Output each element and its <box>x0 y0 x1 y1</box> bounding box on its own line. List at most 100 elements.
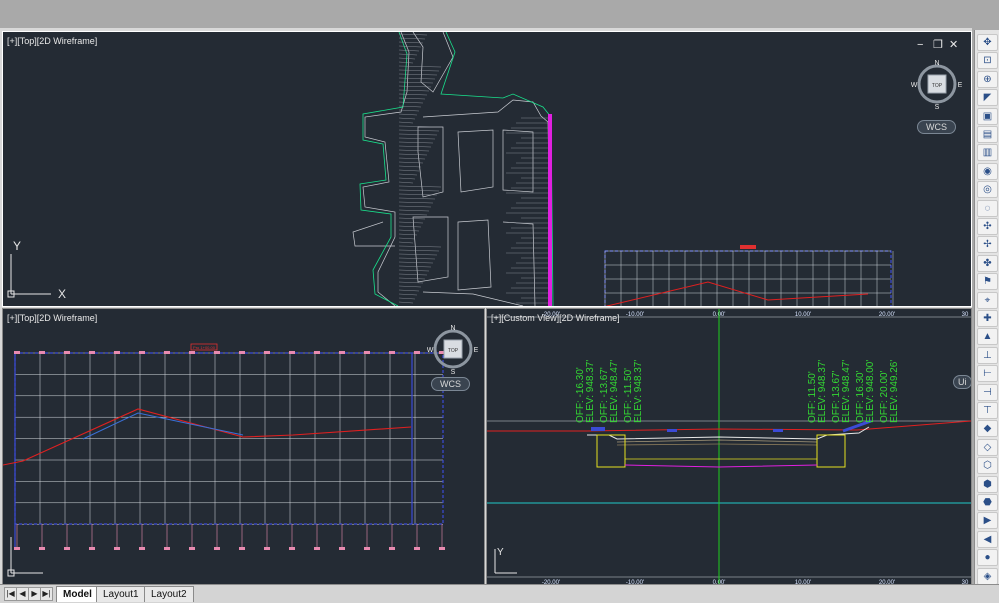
viewport-bottom-right[interactable]: -20.00'-10.00'0.00'10.00'20.00'-20.00'-1… <box>486 308 972 585</box>
view-manager-icon[interactable]: ▥ <box>977 144 998 162</box>
layout-tabs-bar: |◀ ◀ ▶ ▶| Model Layout1 Layout2 <box>0 584 999 603</box>
corridor-boundary <box>359 32 554 306</box>
pan-icon[interactable]: ✥ <box>977 34 998 51</box>
station-tick-top <box>289 351 295 354</box>
minimize-icon[interactable]: − <box>917 40 923 51</box>
hatch-line <box>398 293 418 296</box>
station-tick-top <box>189 351 195 354</box>
restore-icon[interactable]: ❐ <box>933 40 943 51</box>
profile-view-drawing: Pro 1+00.00 <box>3 343 445 577</box>
zoom-in-icon[interactable]: ✚ <box>977 310 998 327</box>
hatch-line <box>398 265 432 268</box>
viewport-bottom-left[interactable]: Pro 1+00.00 [+][Top][2D Wireframe] TOP N… <box>2 308 485 585</box>
hatch-line <box>398 97 426 100</box>
viewcube[interactable]: TOP N S E W <box>427 323 479 375</box>
ucs-3point-icon[interactable]: ⬢ <box>977 475 998 493</box>
offset-tick-top: -10.00' <box>626 312 644 318</box>
offset-elevation-labels: OFF: -16.30' ELEV: 948.37' OFF: -13.67' ELE… <box>575 360 900 423</box>
ucs-z-icon[interactable]: ◀ <box>977 530 998 548</box>
tab-model[interactable]: Model <box>56 586 99 602</box>
ucs-y-icon[interactable]: ▶ <box>977 512 998 530</box>
wcs-menu-button[interactable]: WCS <box>431 377 470 391</box>
plan-view-drawing: Y X <box>7 32 894 306</box>
ucs-world-icon[interactable]: ⊢ <box>977 365 998 383</box>
offset-elevation-label: ELEV: 948.37' <box>585 360 596 423</box>
offset-elevation-label: ELEV: 948.47' <box>841 360 852 423</box>
marker-left <box>591 427 605 431</box>
camera-icon[interactable]: ⌖ <box>977 291 998 309</box>
hatch-line <box>398 189 440 192</box>
continuous-orbit-icon[interactable]: ◌ <box>977 199 998 217</box>
hatch-line <box>398 93 428 96</box>
zoom-previous-icon[interactable]: ◤ <box>977 89 998 107</box>
hatch-line <box>398 217 426 220</box>
viewcube[interactable]: TOP N S E W <box>911 58 963 110</box>
viewcube-top-face[interactable]: TOP <box>932 83 943 89</box>
ucs-y-label: Y <box>497 547 504 558</box>
hatch-line <box>398 261 434 264</box>
profile-grid-inset <box>604 245 894 306</box>
ucs-view-icon[interactable]: ◆ <box>977 420 998 438</box>
compass-south[interactable]: S <box>935 104 940 110</box>
walk-icon[interactable]: ✢ <box>977 236 998 254</box>
free-orbit-icon[interactable]: ◎ <box>977 181 998 199</box>
hatch-line <box>398 177 416 180</box>
hatch-line <box>398 121 414 124</box>
wcs-menu-button[interactable]: WCS <box>917 120 956 134</box>
fly-icon[interactable]: ✤ <box>977 254 998 272</box>
hatch-line <box>398 153 428 156</box>
offset-elevation-label: ELEV: 948.37' <box>817 360 828 423</box>
look-icon[interactable]: ⚑ <box>977 273 998 291</box>
hatch-line <box>398 169 420 172</box>
ucs-icon[interactable]: ⊥ <box>977 346 998 364</box>
viewport-label[interactable]: [+][Custom View][2D Wireframe] <box>491 313 620 323</box>
viewcube-top-face[interactable]: TOP <box>448 348 459 354</box>
last-tab-button[interactable]: ▶| <box>40 587 53 601</box>
hatch-line <box>398 69 440 72</box>
station-tick-top <box>39 351 45 354</box>
viewport-top[interactable]: Y X [+][Top][2D Wireframe] − ❐ ✕ TOP N S… <box>2 31 972 307</box>
compass-north[interactable]: N <box>450 325 455 332</box>
station-tick-top <box>14 351 20 354</box>
hatch-line <box>398 249 440 252</box>
swivel-icon[interactable]: ✣ <box>977 218 998 235</box>
close-icon[interactable]: ✕ <box>949 40 958 51</box>
offset-elevation-label: ELEV: 948.47' <box>609 360 620 423</box>
zoom-realtime-icon[interactable]: ⊕ <box>977 70 998 88</box>
compass-east[interactable]: E <box>958 82 963 89</box>
hatch-line <box>398 73 438 76</box>
ucs-object-icon[interactable]: ⊣ <box>977 383 998 401</box>
render-icon[interactable]: ● <box>977 549 998 567</box>
materials-icon[interactable]: ◈ <box>977 567 998 585</box>
tab-layout2[interactable]: Layout2 <box>144 586 194 602</box>
hatch-line <box>398 137 436 140</box>
ucs-face-icon[interactable]: ⊤ <box>977 402 998 419</box>
hatch-line <box>398 101 424 104</box>
station-tick-top <box>314 351 320 354</box>
viewport-label[interactable]: [+][Top][2D Wireframe] <box>7 313 97 323</box>
ucs-menu-button[interactable]: Ui <box>953 375 971 389</box>
orbit-icon[interactable]: ◉ <box>977 162 998 180</box>
offset-elevation-label: ELEV: 948.00' <box>865 360 876 423</box>
compass-north[interactable]: N <box>934 60 939 67</box>
compass-west[interactable]: W <box>911 82 918 89</box>
hatch-line <box>398 77 436 80</box>
navigate-toolbar: ✥ ⊡ ⊕ ◤ ▣ ▤ ▥ ◉ ◎ ◌ ✣ ✢ ✤ ⚑ ⌖ ✚ ▲ ⊥ ⊢ ⊣ ⊤ ◆ ◇ ⬡ ⬢ ⬣ ▶ ◀ ● ◈ <box>974 30 999 590</box>
tab-layout1[interactable]: Layout1 <box>96 586 146 602</box>
zoom-extents-icon[interactable]: ▣ <box>977 107 998 125</box>
application-top-bar <box>0 0 999 28</box>
viewport-label[interactable]: [+][Top][2D Wireframe] <box>7 36 97 46</box>
zoom-out-icon[interactable]: ▲ <box>977 328 998 346</box>
compass-west[interactable]: W <box>427 347 434 354</box>
hatch-line <box>398 273 428 276</box>
ucs-origin-icon[interactable]: ◇ <box>977 438 998 456</box>
compass-south[interactable]: S <box>451 369 456 375</box>
ucs-zaxis-icon[interactable]: ⬡ <box>977 457 998 475</box>
ucs-x-icon[interactable]: ⬣ <box>977 494 998 511</box>
compass-east[interactable]: E <box>474 347 479 354</box>
new-layout-icon[interactable]: ▤ <box>977 126 998 143</box>
zoom-window-icon[interactable]: ⊡ <box>977 52 998 70</box>
subbase-line <box>624 464 818 468</box>
hatch-line <box>398 173 418 176</box>
hatch-line <box>398 45 422 48</box>
